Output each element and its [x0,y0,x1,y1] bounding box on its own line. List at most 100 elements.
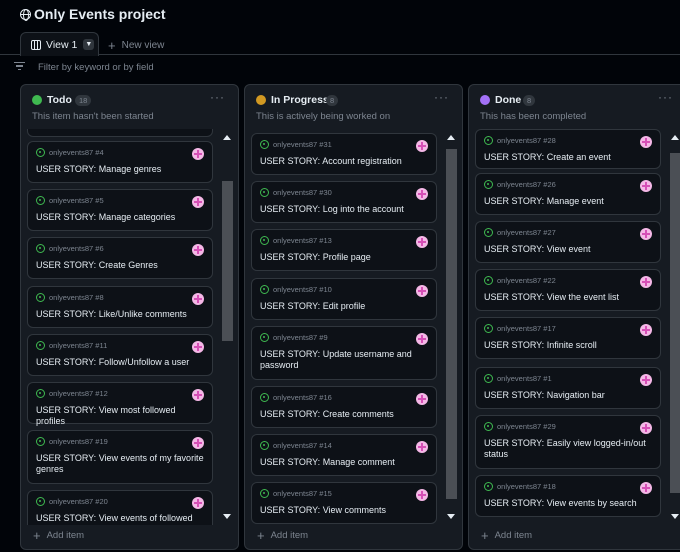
card-title[interactable]: USER STORY: Update username and password [260,349,430,371]
card-title[interactable]: USER STORY: Follow/Unfollow a user [36,357,206,368]
card-title[interactable]: USER STORY: Manage categories [36,212,206,223]
column-card-list[interactable]: onlyevents87 #4 USER STORY: Manage genres… [21,129,238,525]
avatar[interactable] [416,188,428,200]
add-item-button-todo[interactable]: + Add item [33,528,84,543]
issue-open-icon [36,341,45,350]
issue-card[interactable]: onlyevents87 #8 USER STORY: Like/Unlike c… [27,286,213,328]
column-menu-icon[interactable]: ··· [210,90,225,104]
issue-card[interactable]: onlyevents87 #6 USER STORY: Create Genres [27,237,213,279]
issue-card[interactable]: onlyevents87 #14 USER STORY: Manage comme… [251,434,437,476]
tab-view-1[interactable]: View 1 ▼ [20,32,99,56]
avatar[interactable] [640,136,652,148]
avatar[interactable] [640,276,652,288]
issue-card[interactable]: onlyevents87 #15 USER STORY: View comment… [251,482,437,524]
issue-card[interactable]: onlyevents87 #26 USER STORY: Manage event [475,173,661,215]
issue-card[interactable]: onlyevents87 #10 USER STORY: Edit profile [251,278,437,320]
column-menu-icon[interactable]: ··· [434,90,449,104]
avatar[interactable] [192,293,204,305]
card-title[interactable]: USER STORY: View event [484,244,654,255]
avatar[interactable] [192,244,204,256]
scroll-up-icon[interactable] [447,135,455,140]
issue-card[interactable]: onlyevents87 #31 USER STORY: Account regi… [251,133,437,175]
issue-card[interactable]: onlyevents87 #16 USER STORY: Create comme… [251,386,437,428]
card-title[interactable]: USER STORY: View events by search [484,498,654,509]
column-menu-icon[interactable]: ··· [658,90,673,104]
issue-card[interactable]: onlyevents87 #19 USER STORY: View events … [27,430,213,484]
scrollbar[interactable] [443,129,460,525]
scrollbar-thumb[interactable] [222,181,233,341]
scroll-down-icon[interactable] [447,514,455,519]
card-title[interactable]: USER STORY: View events of my favorite g… [36,453,206,475]
add-item-button-done[interactable]: + Add item [481,528,532,543]
issue-card[interactable]: onlyevents87 #11 USER STORY: Follow/Unfol… [27,334,213,376]
card-title[interactable]: USER STORY: Create an event [484,152,654,163]
scrollbar[interactable] [667,129,680,525]
filter-input[interactable] [38,62,438,73]
column-card-list[interactable]: onlyevents87 #31 USER STORY: Account regi… [245,129,462,525]
avatar[interactable] [192,497,204,509]
scroll-up-icon[interactable] [223,135,231,140]
issue-card[interactable]: onlyevents87 #5 USER STORY: Manage catego… [27,189,213,231]
avatar[interactable] [416,236,428,248]
issue-card[interactable]: onlyevents87 #29 USER STORY: Easily view … [475,415,661,469]
card-title[interactable]: USER STORY: Infinite scroll [484,340,654,351]
add-item-button-in-progress[interactable]: + Add item [257,528,308,543]
card-title[interactable]: USER STORY: View events of followed user… [36,513,206,525]
avatar[interactable] [416,393,428,405]
card-title[interactable]: USER STORY: View comments [260,505,430,516]
avatar[interactable] [416,140,428,152]
issue-card[interactable]: onlyevents87 #18 USER STORY: View events … [475,475,661,517]
issue-card[interactable]: onlyevents87 #30 USER STORY: Log into the… [251,181,437,223]
avatar[interactable] [640,422,652,434]
avatar[interactable] [416,441,428,453]
issue-card[interactable]: onlyevents87 #20 USER STORY: View events … [27,490,213,525]
card-title[interactable]: USER STORY: Easily view logged-in/out st… [484,438,654,460]
card-title[interactable]: USER STORY: Log into the account [260,204,430,215]
avatar[interactable] [192,437,204,449]
card-title[interactable]: USER STORY: Like/Unlike comments [36,309,206,320]
card-title[interactable]: USER STORY: Manage event [484,196,654,207]
avatar[interactable] [640,180,652,192]
card-title[interactable]: USER STORY: Manage comment [260,457,430,468]
avatar[interactable] [192,341,204,353]
issue-card[interactable]: onlyevents87 #27 USER STORY: View event [475,221,661,263]
avatar[interactable] [192,389,204,401]
card-title[interactable]: USER STORY: Edit profile [260,301,430,312]
avatar[interactable] [640,228,652,240]
card-title[interactable]: USER STORY: Account registration [260,156,430,167]
new-view-button[interactable]: + New view [108,38,164,53]
issue-card[interactable]: onlyevents87 #9 USER STORY: Update userna… [251,326,437,380]
chevron-down-icon[interactable]: ▼ [83,39,95,50]
issue-open-icon [260,188,269,197]
issue-card[interactable]: onlyevents87 #22 USER STORY: View the eve… [475,269,661,311]
card-title[interactable]: USER STORY: Profile page [260,252,430,263]
avatar[interactable] [192,196,204,208]
scroll-down-icon[interactable] [223,514,231,519]
avatar[interactable] [640,482,652,494]
column-card-list[interactable]: onlyevents87 #28 USER STORY: Create an ev… [469,129,680,525]
scroll-down-icon[interactable] [671,514,679,519]
issue-card[interactable]: onlyevents87 #17 USER STORY: Infinite scr… [475,317,661,359]
card-title[interactable]: USER STORY: View most followed profiles [36,405,206,427]
issue-card[interactable]: onlyevents87 #4 USER STORY: Manage genres [27,141,213,183]
issue-card[interactable]: onlyevents87 #13 USER STORY: Profile page [251,229,437,271]
avatar[interactable] [416,285,428,297]
card-title[interactable]: USER STORY: Navigation bar [484,390,654,401]
avatar[interactable] [640,324,652,336]
avatar[interactable] [192,148,204,160]
partial-card[interactable] [27,129,213,137]
issue-card[interactable]: onlyevents87 #1 USER STORY: Navigation ba… [475,367,661,409]
avatar[interactable] [416,489,428,501]
avatar[interactable] [640,374,652,386]
scrollbar-thumb[interactable] [670,153,680,493]
scrollbar-thumb[interactable] [446,149,457,499]
avatar[interactable] [416,333,428,345]
issue-card[interactable]: onlyevents87 #12 USER STORY: View most fo… [27,382,213,427]
card-title[interactable]: USER STORY: View the event list [484,292,654,303]
scroll-up-icon[interactable] [671,135,679,140]
scrollbar[interactable] [219,129,236,525]
card-title[interactable]: USER STORY: Manage genres [36,164,206,175]
issue-card[interactable]: onlyevents87 #28 USER STORY: Create an ev… [475,129,661,169]
card-title[interactable]: USER STORY: Create Genres [36,260,206,271]
card-title[interactable]: USER STORY: Create comments [260,409,430,420]
